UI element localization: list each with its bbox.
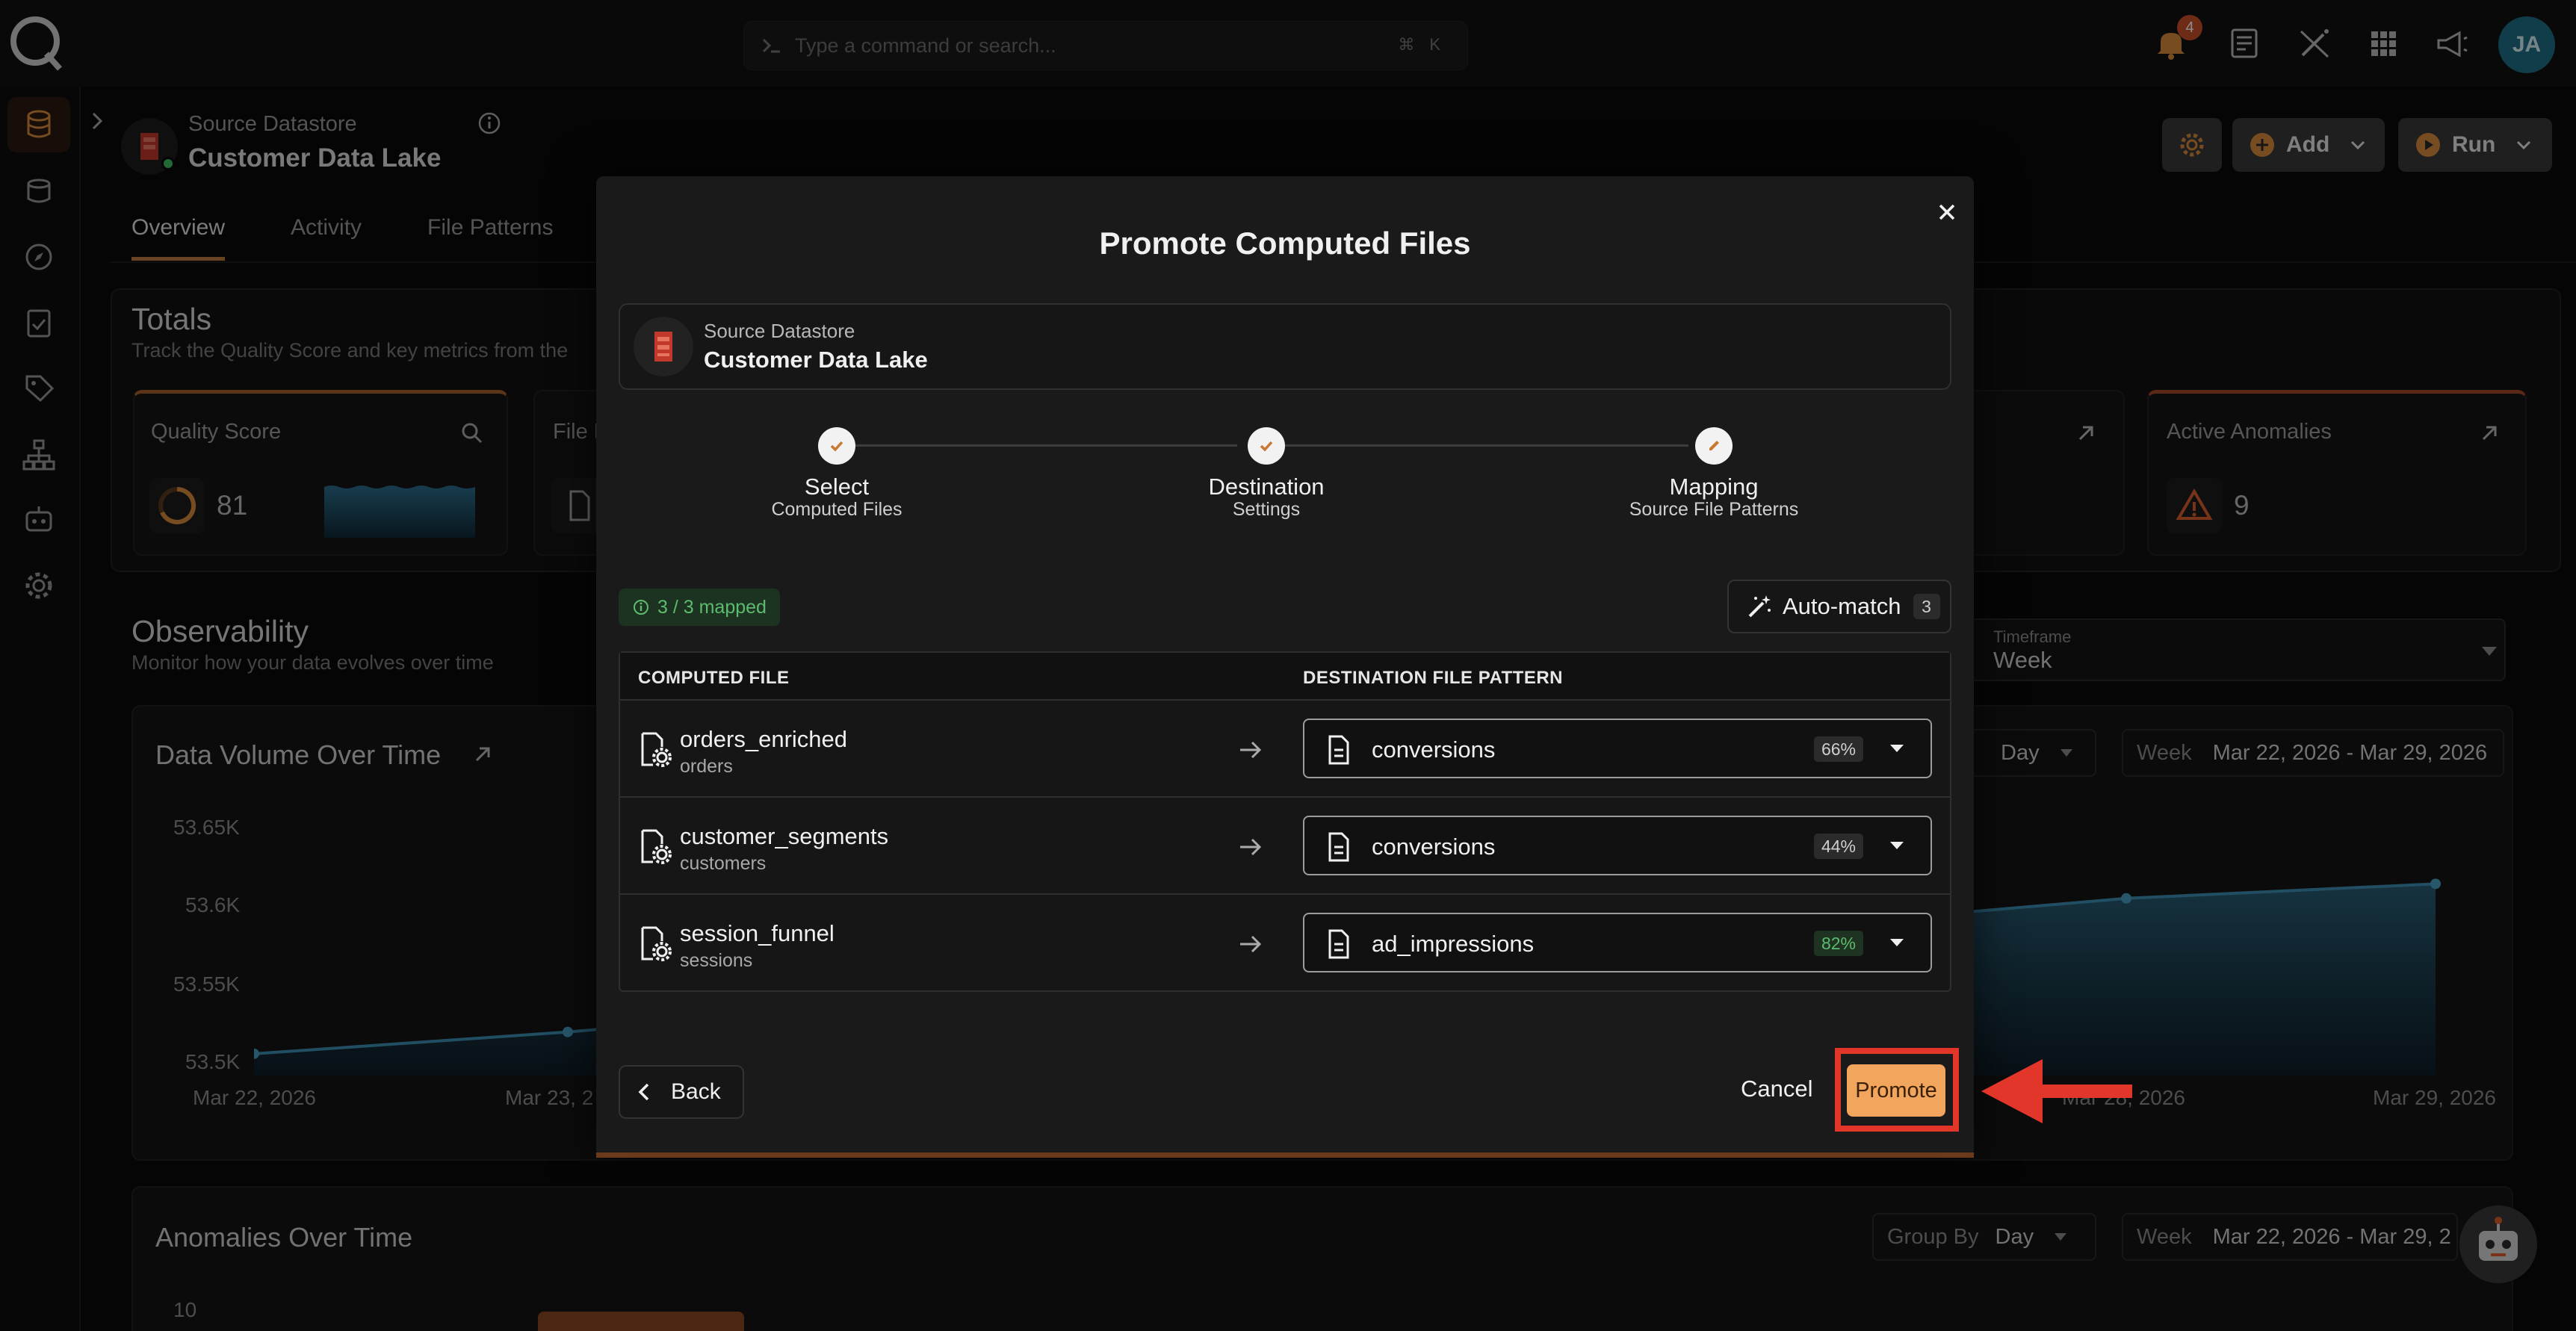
mapped-count-badge: 3 / 3 mapped (619, 589, 780, 626)
step-1-subtitle: Computed Files (771, 499, 902, 520)
computed-file-name: customer_segments (680, 823, 889, 849)
source-name: Customer Data Lake (704, 347, 928, 373)
destination-pattern-select[interactable]: conversions 66% (1303, 719, 1932, 778)
auto-match-button[interactable]: Auto-match 3 (1727, 580, 1951, 633)
computed-file-name: orders_enriched (680, 726, 848, 752)
destination-pattern-value: conversions (1372, 834, 1496, 860)
match-percent-badge: 82% (1813, 931, 1863, 956)
auto-match-count: 3 (1913, 594, 1940, 619)
info-circle-icon (632, 598, 650, 616)
step-3-pencil-icon (1695, 427, 1733, 465)
document-icon (1324, 928, 1354, 961)
destination-pattern-select[interactable]: ad_impressions 82% (1303, 913, 1932, 972)
caret-down-icon (1889, 840, 1905, 851)
step-3-subtitle: Source File Patterns (1629, 499, 1799, 520)
step-1-check-icon (818, 427, 855, 465)
table-row: orders_enriched orders conversions 66% (620, 701, 1950, 798)
arrow-right-icon (1236, 834, 1266, 860)
destination-pattern-value: ad_impressions (1372, 931, 1535, 957)
computed-file-icon (638, 730, 672, 769)
computed-file-source: customers (680, 853, 767, 874)
column-header-computed-file: COMPUTED FILE (638, 668, 790, 688)
document-icon (1324, 831, 1354, 863)
table-row: customer_segments customers conversions … (620, 798, 1950, 895)
promote-button[interactable]: Promote (1847, 1064, 1945, 1117)
mapped-count-label: 3 / 3 mapped (657, 596, 767, 618)
dialog-accent-bar (596, 1152, 1974, 1158)
computed-file-source: orders (680, 756, 733, 777)
match-percent-badge: 66% (1813, 736, 1863, 762)
back-button[interactable]: Back (619, 1065, 744, 1119)
caret-down-icon (1889, 742, 1905, 754)
arrow-right-icon (1236, 736, 1266, 763)
computed-file-icon (638, 925, 672, 964)
step-3-title: Mapping (1669, 474, 1759, 500)
dialog-title: Promote Computed Files (1099, 226, 1471, 261)
step-2-check-icon (1248, 427, 1285, 465)
step-connector (855, 444, 1237, 447)
step-1-title: Select (804, 474, 870, 500)
document-icon (1324, 733, 1354, 766)
mapping-table-header (620, 653, 1950, 701)
table-row: session_funnel sessions ad_impressions 8… (620, 895, 1950, 992)
match-percent-badge: 44% (1813, 834, 1863, 859)
step-2-title: Destination (1208, 474, 1325, 500)
chevron-left-icon (637, 1082, 651, 1102)
caret-down-icon (1889, 937, 1905, 949)
destination-pattern-select[interactable]: conversions 44% (1303, 816, 1932, 875)
auto-match-label: Auto-match (1783, 593, 1901, 619)
red-arrow-annotation-icon (1978, 1056, 2135, 1126)
arrow-right-icon (1236, 931, 1266, 958)
step-connector (1285, 444, 1688, 447)
datastore-icon (634, 317, 693, 376)
back-label: Back (671, 1079, 721, 1104)
step-2-subtitle: Settings (1232, 499, 1301, 520)
cancel-button[interactable]: Cancel (1741, 1076, 1813, 1102)
column-header-destination-pattern: DESTINATION FILE PATTERN (1303, 668, 1563, 688)
destination-pattern-value: conversions (1372, 736, 1496, 763)
computed-file-source: sessions (680, 950, 753, 971)
computed-file-icon (638, 828, 672, 866)
magic-wand-icon (1745, 592, 1774, 621)
source-kind: Source Datastore (704, 320, 855, 342)
computed-file-name: session_funnel (680, 920, 835, 946)
